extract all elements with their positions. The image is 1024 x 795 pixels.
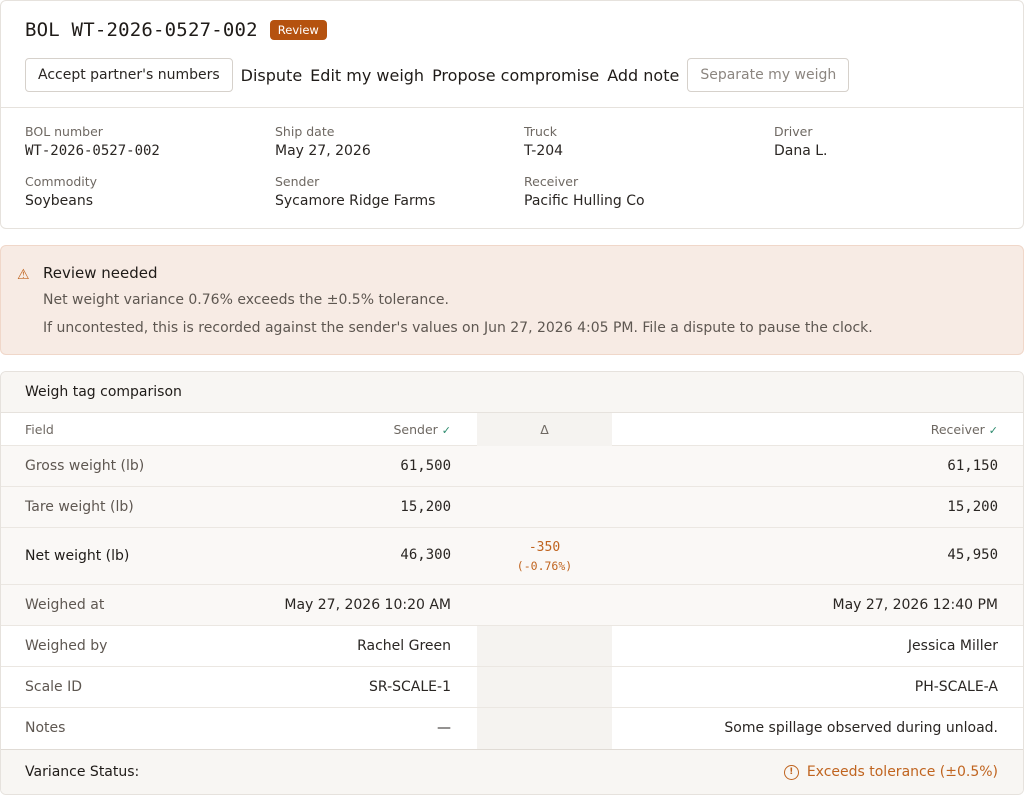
- alert-deadline-message: If uncontested, this is recorded against…: [43, 320, 873, 336]
- column-header-receiver: Receiver ✓: [931, 422, 998, 437]
- meta-commodity: Commodity Soybeans: [25, 174, 97, 209]
- meta-ship-date: Ship date May 27, 2026: [275, 124, 371, 159]
- row-sender-value: 15,200: [400, 499, 451, 515]
- row-receiver-value: 61,150: [947, 458, 998, 474]
- row-receiver-value: Jessica Miller: [907, 638, 998, 654]
- meta-value: WT-2026-0527-002: [25, 143, 160, 159]
- variance-status: ! Exceeds tolerance (±0.5%): [783, 764, 998, 780]
- header-divider: [1, 107, 1023, 108]
- weigh-tag-comparison-card: Weigh tag comparison Field Sender ✓ Rece…: [0, 371, 1024, 795]
- variance-status-text: Exceeds tolerance (±0.5%): [806, 764, 998, 780]
- net-weight-delta-percent: (-0.76%): [516, 559, 573, 573]
- row-receiver-value: 15,200: [947, 499, 998, 515]
- row-receiver-value: 45,950: [947, 547, 998, 563]
- receiver-check-icon: ✓: [988, 424, 998, 437]
- meta-value: Soybeans: [25, 193, 93, 209]
- warning-icon: ⚠: [17, 267, 30, 283]
- variance-status-label: Variance Status:: [25, 764, 140, 780]
- row-sender-value: —: [437, 720, 451, 736]
- row-sender-value: Rachel Green: [357, 638, 451, 654]
- alert-message: Net weight variance 0.76% exceeds the ±0…: [43, 292, 449, 308]
- meta-value: T-204: [524, 143, 564, 159]
- comparison-title: Weigh tag comparison: [25, 384, 182, 400]
- propose-compromise-button[interactable]: Propose compromise: [432, 66, 599, 85]
- row-receiver-value: May 27, 2026 12:40 PM: [832, 597, 998, 613]
- dispute-button[interactable]: Dispute: [241, 66, 303, 85]
- edit-my-weigh-button[interactable]: Edit my weigh: [310, 66, 424, 85]
- row-receiver-value: PH-SCALE-A: [914, 679, 998, 695]
- status-badge: Review: [269, 20, 327, 40]
- row-field: Net weight (lb): [25, 548, 130, 564]
- row-sender-value: 61,500: [400, 458, 451, 474]
- action-bar: Accept partner's numbers Dispute Edit my…: [25, 58, 850, 92]
- row-field: Scale ID: [25, 679, 83, 695]
- net-weight-delta: -350: [528, 540, 561, 555]
- separate-my-weigh-button[interactable]: Separate my weigh: [687, 58, 850, 92]
- row-field: Gross weight (lb): [25, 458, 145, 474]
- row-sender-value: SR-SCALE-1: [369, 679, 451, 695]
- meta-receiver: Receiver Pacific Hulling Co: [524, 174, 645, 209]
- meta-value: Pacific Hulling Co: [524, 193, 645, 209]
- meta-label: BOL number: [25, 124, 103, 139]
- meta-driver: Driver Dana L.: [774, 124, 828, 159]
- add-note-button[interactable]: Add note: [607, 66, 679, 85]
- row-field: Tare weight (lb): [25, 499, 134, 515]
- accept-partner-numbers-button[interactable]: Accept partner's numbers: [25, 58, 233, 92]
- alert-circle-icon: !: [783, 764, 799, 780]
- meta-label: Receiver: [524, 174, 579, 189]
- meta-label: Truck: [524, 124, 557, 139]
- meta-label: Driver: [774, 124, 813, 139]
- row-field: Notes: [25, 720, 66, 736]
- meta-label: Sender: [275, 174, 320, 189]
- sender-check-icon: ✓: [441, 424, 451, 437]
- meta-sender: Sender Sycamore Ridge Farms: [275, 174, 435, 209]
- column-header-sender-label: Sender: [393, 422, 438, 437]
- column-header-sender: Sender ✓: [393, 422, 451, 437]
- column-header-receiver-label: Receiver: [930, 422, 985, 437]
- table-row: Net weight (lb) 46,300 -350 (-0.76%) 45,…: [1, 528, 1023, 585]
- table-row: Gross weight (lb) 61,500 61,150: [1, 446, 1023, 487]
- row-receiver-value: Some spillage observed during unload.: [724, 720, 998, 736]
- table-row: Scale ID SR-SCALE-1 PH-SCALE-A: [1, 667, 1023, 708]
- table-row: Tare weight (lb) 15,200 15,200: [1, 487, 1023, 528]
- comparison-header: Weigh tag comparison: [1, 372, 1023, 413]
- meta-value: Dana L.: [774, 143, 828, 159]
- meta-value: Sycamore Ridge Farms: [275, 193, 436, 209]
- row-field: Weighed by: [25, 638, 108, 654]
- column-header-delta: Δ: [540, 422, 549, 437]
- table-row: Weighed by Rachel Green Jessica Miller: [1, 626, 1023, 667]
- row-sender-value: May 27, 2026 10:20 AM: [284, 597, 451, 613]
- meta-value: May 27, 2026: [275, 143, 371, 159]
- page-title: BOL WT-2026-0527-002: [25, 19, 258, 41]
- title-row: BOL WT-2026-0527-002 Review: [25, 19, 327, 41]
- meta-truck: Truck T-204: [524, 124, 563, 159]
- meta-bol-number: BOL number WT-2026-0527-002: [25, 124, 160, 159]
- alert-title: Review needed: [43, 264, 158, 282]
- column-header-field: Field: [25, 422, 54, 437]
- meta-label: Ship date: [275, 124, 335, 139]
- meta-label: Commodity: [25, 174, 98, 189]
- row-sender-value: 46,300: [400, 547, 451, 563]
- table-row: Weighed at May 27, 2026 10:20 AM May 27,…: [1, 585, 1023, 626]
- table-row: Notes — Some spillage observed during un…: [1, 708, 1023, 749]
- variance-status-footer: Variance Status: ! Exceeds tolerance (±0…: [1, 749, 1023, 794]
- bol-header-card: BOL WT-2026-0527-002 Review Accept partn…: [0, 0, 1024, 229]
- row-field: Weighed at: [25, 597, 105, 613]
